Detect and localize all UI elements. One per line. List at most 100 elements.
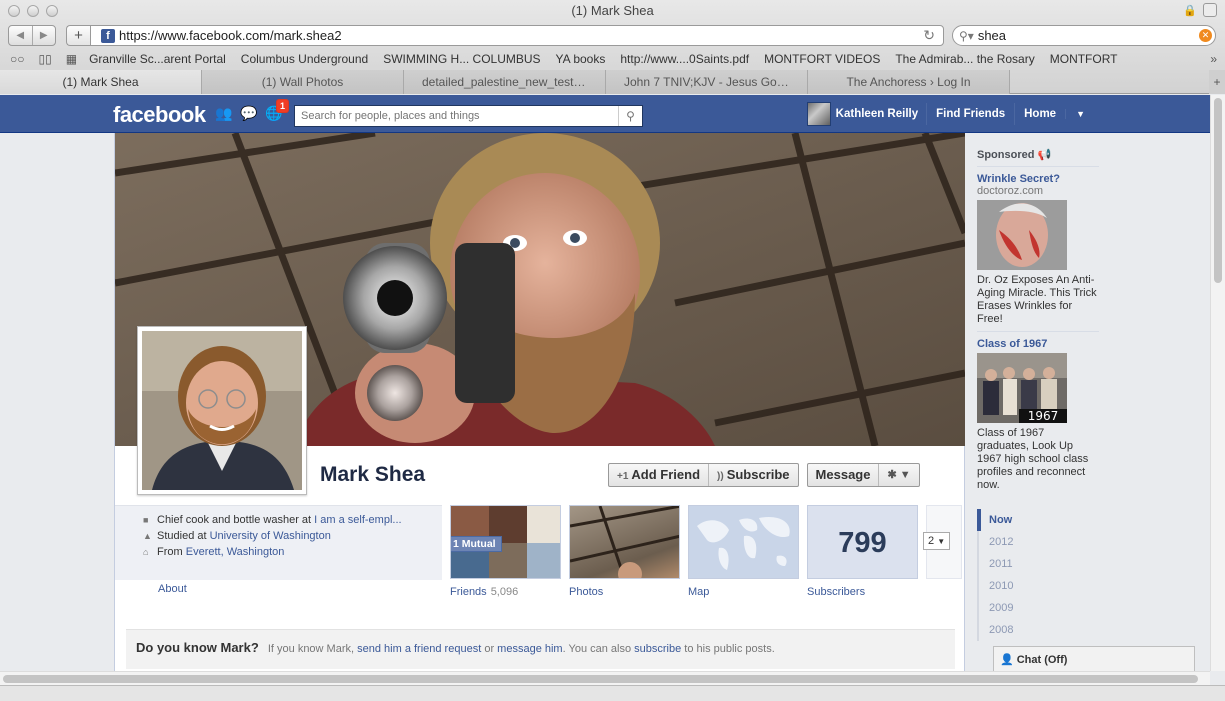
scrollbar-thumb[interactable] bbox=[3, 675, 1198, 683]
send-friend-request-link[interactable]: send him a friend request bbox=[357, 643, 481, 655]
graduation-icon: ▲ bbox=[143, 531, 152, 541]
clear-search-icon[interactable]: ✕ bbox=[1199, 29, 1212, 42]
bookmark-item[interactable]: MONTFORT VIDEOS bbox=[764, 52, 880, 66]
friends-tile[interactable]: 1 Mutual Friends 5,096 bbox=[450, 505, 561, 598]
scrollbar-thumb[interactable] bbox=[1214, 98, 1222, 283]
add-friend-button[interactable]: +1 Add Friend bbox=[609, 464, 708, 486]
map-tile[interactable]: Map bbox=[688, 505, 799, 598]
page-content: Mark Shea +1 Add Friend )) Subscribe Messa… bbox=[0, 133, 1210, 671]
add-friend-icon: +1 bbox=[617, 471, 629, 482]
chat-icon: 👤 bbox=[1000, 654, 1014, 666]
map-label: Map bbox=[688, 586, 710, 598]
briefcase-icon: ■ bbox=[143, 515, 149, 525]
ad-class-of-1967[interactable]: Class of 1967 1967 Class of 1967 graduat… bbox=[977, 332, 1099, 497]
map-thumbnail bbox=[688, 505, 799, 579]
year-link[interactable]: 2010 bbox=[979, 575, 1087, 597]
message-him-link[interactable]: message him bbox=[497, 643, 562, 655]
ad-title[interactable]: Class of 1967 bbox=[977, 338, 1099, 350]
profile-tiles: 1 Mutual Friends 5,096 Photos Map 799 Sub… bbox=[450, 505, 962, 598]
ad-wrinkle-secret[interactable]: Wrinkle Secret? doctoroz.com Dr. Oz Expo… bbox=[977, 167, 1099, 332]
year-link[interactable]: 2008 bbox=[979, 619, 1087, 641]
search-icon[interactable]: ⚲ bbox=[618, 106, 642, 126]
sponsored-column: Sponsored 📢 Wrinkle Secret? doctoroz.com… bbox=[977, 133, 1099, 497]
current-user-link[interactable]: Kathleen Reilly bbox=[798, 102, 926, 126]
facebook-logo[interactable]: facebook bbox=[113, 102, 206, 128]
browser-search-field[interactable]: ⚲▾ shea ✕ bbox=[952, 25, 1216, 46]
facebook-search-input[interactable] bbox=[295, 106, 618, 126]
chat-bar[interactable]: 👤 Chat (Off) bbox=[993, 646, 1195, 671]
do-you-know-heading: Do you know Mark? bbox=[136, 640, 259, 655]
facebook-header: facebook 👥 💬 🌐 1 ⚲ Kathleen Reilly Find … bbox=[0, 95, 1225, 133]
reading-list-icon[interactable]: ○○ bbox=[10, 52, 25, 66]
notifications-jewel-icon[interactable]: 🌐 1 bbox=[265, 99, 289, 122]
find-friends-link[interactable]: Find Friends bbox=[926, 103, 1014, 125]
lock-icon: 🔒 bbox=[1183, 5, 1197, 17]
add-bookmark-button[interactable]: + bbox=[66, 25, 90, 46]
gear-icon[interactable]: ✱ ▼ bbox=[878, 464, 918, 486]
work-link[interactable]: I am a self-empl... bbox=[314, 514, 401, 526]
tab-mark-shea[interactable]: (1) Mark Shea bbox=[0, 70, 202, 94]
sponsored-heading: Sponsored 📢 bbox=[977, 133, 1099, 167]
hometown-link[interactable]: Everett, Washington bbox=[186, 546, 285, 558]
account-menu-chevron-down-icon[interactable]: ▼ bbox=[1065, 109, 1095, 119]
bookmark-item[interactable]: Granville Sc...arent Portal bbox=[89, 52, 226, 66]
more-tiles-select[interactable]: 2 ▼ bbox=[923, 532, 950, 550]
close-window-button[interactable] bbox=[8, 5, 20, 17]
forward-button[interactable]: ▶ bbox=[33, 26, 56, 45]
bookmark-item[interactable]: SWIMMING H... COLUMBUS bbox=[383, 52, 540, 66]
subscribe-button[interactable]: )) Subscribe bbox=[708, 464, 798, 486]
more-bookmarks-icon[interactable]: » bbox=[1210, 52, 1217, 66]
reload-icon[interactable]: ↻ bbox=[923, 27, 935, 44]
fullscreen-button[interactable] bbox=[1203, 3, 1217, 17]
do-you-know-bar: Do you know Mark? If you know Mark, send… bbox=[126, 629, 955, 669]
home-link[interactable]: Home bbox=[1014, 103, 1065, 125]
subscribers-tile[interactable]: 799 Subscribers bbox=[807, 505, 918, 598]
photos-tile[interactable]: Photos bbox=[569, 505, 680, 598]
horizontal-scrollbar[interactable] bbox=[0, 671, 1210, 685]
address-bar[interactable]: f https://www.facebook.com/mark.shea2 ↻ bbox=[90, 25, 944, 46]
top-sites-icon[interactable]: ▦ bbox=[66, 52, 77, 66]
new-tab-button[interactable]: + bbox=[1209, 70, 1225, 94]
jewel-icons: 👥 💬 🌐 1 bbox=[215, 99, 289, 122]
message-button[interactable]: Message bbox=[808, 464, 879, 486]
bookmarks-icon[interactable]: ▯▯ bbox=[39, 52, 52, 66]
tab-john-7[interactable]: John 7 TNIV;KJV - Jesus Goes t... bbox=[606, 70, 808, 94]
school-link[interactable]: University of Washington bbox=[210, 530, 331, 542]
friends-jewel-icon[interactable]: 👥 bbox=[215, 105, 232, 122]
rss-icon: )) bbox=[717, 471, 724, 482]
header-right-nav: Kathleen Reilly Find Friends Home ▼ bbox=[798, 95, 1095, 133]
tab-wall-photos[interactable]: (1) Wall Photos bbox=[202, 70, 404, 94]
mutual-friends-badge[interactable]: 1 Mutual bbox=[451, 536, 502, 552]
bookmark-item[interactable]: Columbus Underground bbox=[241, 52, 368, 66]
tab-anchoress[interactable]: The Anchoress › Log In bbox=[808, 70, 1010, 94]
status-bar bbox=[0, 685, 1225, 701]
ad-image[interactable]: 1967 bbox=[977, 353, 1067, 423]
year-link[interactable]: 2011 bbox=[979, 553, 1087, 575]
zoom-window-button[interactable] bbox=[46, 5, 58, 17]
year-link[interactable]: Now bbox=[977, 509, 1087, 531]
profile-picture[interactable] bbox=[137, 326, 307, 495]
messages-jewel-icon[interactable]: 💬 bbox=[240, 105, 257, 122]
ad-title[interactable]: Wrinkle Secret? bbox=[977, 173, 1099, 185]
year-link[interactable]: 2012 bbox=[979, 531, 1087, 553]
profile-picture-image bbox=[142, 331, 302, 490]
vertical-scrollbar[interactable] bbox=[1210, 95, 1225, 671]
tab-palestine[interactable]: detailed_palestine_new_testam... bbox=[404, 70, 606, 94]
hometown-info: ⌂ From Everett, Washington bbox=[143, 546, 285, 558]
about-link[interactable]: About bbox=[158, 583, 187, 595]
subscribe-link[interactable]: subscribe bbox=[634, 643, 681, 655]
education-info: ▲ Studied at University of Washington bbox=[143, 530, 331, 542]
bookmark-item[interactable]: http://www....0Saints.pdf bbox=[620, 52, 749, 66]
bookmarks-bar: ○○ ▯▯ ▦ Granville Sc...arent Portal Colu… bbox=[0, 50, 1225, 68]
back-button[interactable]: ◀ bbox=[9, 26, 33, 45]
current-user-name: Kathleen Reilly bbox=[835, 108, 919, 120]
ad-image[interactable] bbox=[977, 200, 1067, 270]
minimize-window-button[interactable] bbox=[27, 5, 39, 17]
bookmark-item[interactable]: MONTFORT bbox=[1050, 52, 1118, 66]
bookmark-item[interactable]: The Admirab... the Rosary bbox=[895, 52, 1034, 66]
bookmark-item[interactable]: YA books bbox=[556, 52, 606, 66]
year-link[interactable]: 2009 bbox=[979, 597, 1087, 619]
subscribers-count: 799 bbox=[807, 505, 918, 579]
ad-body: Dr. Oz Exposes An Anti-Aging Miracle. Th… bbox=[977, 274, 1097, 325]
back-forward-buttons: ◀ ▶ bbox=[8, 25, 56, 46]
